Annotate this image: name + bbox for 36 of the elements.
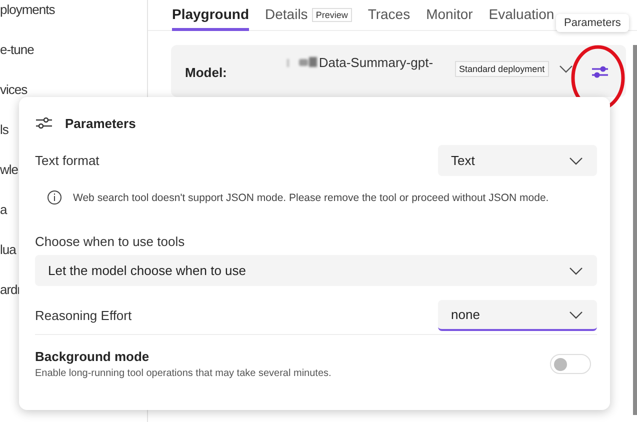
model-label: Model: [185, 65, 227, 80]
field-label: Reasoning Effort [35, 308, 132, 323]
tooltip: Parameters [556, 14, 629, 32]
tab[interactable]: Monitor [426, 2, 473, 30]
sliders-icon [35, 116, 53, 130]
sidebar-item[interactable]: a [0, 200, 7, 220]
tab[interactable]: Evaluation [488, 2, 554, 30]
field-label: Choose when to use tools [35, 234, 186, 249]
tab[interactable]: Playground [172, 2, 250, 30]
setting-description: Enable long-running tool operations that may take several minutes. [35, 368, 332, 379]
toggle-switch[interactable] [550, 354, 591, 374]
tab[interactable]: Details [265, 2, 308, 30]
scrollbar[interactable] [633, 45, 637, 415]
reasoning-effort-select[interactable]: none [438, 300, 597, 331]
sliders-icon [590, 65, 609, 79]
chevron-icon [569, 310, 583, 318]
sidebar-item[interactable]: vices [0, 80, 28, 100]
preview-badge: Preview [312, 8, 352, 22]
sidebar-item[interactable]: lua [0, 240, 16, 260]
chevron-icon [569, 156, 583, 164]
chevron-icon[interactable] [558, 65, 573, 73]
model-name: Data-Summary-gpt- [318, 55, 434, 70]
sidebar-item[interactable]: e-tune [0, 40, 34, 60]
tool-choice-select[interactable]: Let the model choose when to use [35, 255, 597, 286]
notice-text: Web search tool doesn't support JSON mode. Please remove the tool or proceed without JSON mode. [73, 192, 549, 204]
setting-title: Background mode [35, 349, 150, 364]
sidebar-item[interactable]: ployments [0, 0, 55, 20]
text-format-select[interactable]: Text [438, 145, 597, 176]
panel-title: Parameters [65, 116, 136, 130]
chevron-icon [569, 266, 583, 274]
info-icon [47, 190, 62, 205]
deployment-badge: Standard deployment [455, 61, 549, 77]
sidebar-item[interactable]: ls [0, 120, 8, 140]
tab[interactable]: Traces [368, 2, 410, 30]
field-label: Text format [35, 153, 100, 168]
sidebar-item[interactable]: wle [0, 160, 18, 180]
